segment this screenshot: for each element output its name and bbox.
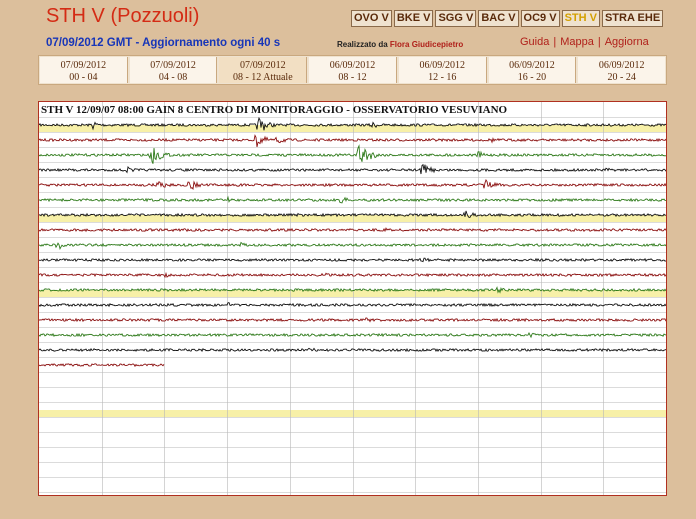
link-separator: |	[597, 36, 601, 48]
tab-window-3-current[interactable]: 07/09/2012 08 - 12 Attuale	[219, 57, 308, 83]
tab-range: 16 - 20	[517, 72, 547, 83]
tab-date: 07/09/2012	[150, 60, 196, 71]
tab-date: 06/09/2012	[329, 60, 376, 71]
tab-range: 00 - 04	[69, 72, 98, 83]
time-window-tabs: 07/09/2012 00 - 04 07/09/2012 04 - 08 07/0…	[38, 55, 667, 85]
seismic-trace	[39, 271, 666, 279]
seismic-trace	[39, 331, 666, 339]
tab-range: 08 - 12 Attuale	[232, 72, 293, 83]
tab-range: 12 - 16	[428, 72, 457, 83]
seismic-trace	[39, 227, 666, 233]
credit-author: Flora Giudicepietro	[389, 40, 464, 49]
seismic-trace	[39, 134, 666, 147]
tab-window-5[interactable]: 06/09/2012 12 - 16	[398, 57, 487, 83]
seismic-trace	[39, 257, 666, 263]
highlight-band	[39, 125, 666, 132]
guida-link[interactable]: Guida	[520, 36, 549, 48]
seismic-trace	[39, 144, 666, 164]
credit-line: Realizzato da Flora Giudicepietro	[337, 40, 463, 49]
tab-range: 04 - 08	[158, 72, 188, 83]
tab-window-4[interactable]: 06/09/2012 08 - 12	[309, 57, 397, 83]
station-selector: OVO V BKE V SGG V BAC V OC9 V STH V STRA…	[351, 10, 664, 27]
seismic-trace	[39, 195, 666, 204]
station-button-stra[interactable]: STRA EHE	[601, 10, 664, 27]
tab-date: 06/09/2012	[598, 60, 645, 71]
seismic-trace	[39, 363, 165, 368]
tab-window-7[interactable]: 06/09/2012 20 - 24	[578, 57, 666, 83]
tab-window-1[interactable]: 07/09/2012 00 - 04	[40, 57, 128, 83]
tab-window-6[interactable]: 06/09/2012 16 - 20	[488, 57, 577, 83]
seismogram-header: STH V 12/09/07 08:00 GAIN 8 CENTRO DI MO…	[41, 104, 508, 116]
update-info: 07/09/2012 GMT - Aggiornamento ogni 40 s	[46, 37, 281, 49]
station-button-sth[interactable]: STH V	[561, 10, 600, 27]
top-links: Guida | Mappa | Aggiorna	[520, 36, 649, 48]
aggiorna-link[interactable]: Aggiorna	[605, 36, 649, 48]
tab-date: 07/09/2012	[60, 60, 107, 71]
seismic-trace	[39, 241, 666, 251]
station-button-bke[interactable]: BKE V	[393, 10, 434, 27]
seismic-trace	[39, 347, 666, 353]
seismogram-panel: STH V 12/09/07 08:00 GAIN 8 CENTRO DI MO…	[38, 101, 667, 496]
credit-prefix: Realizzato da	[337, 40, 388, 49]
mappa-link[interactable]: Mappa	[560, 36, 594, 48]
seismogram-traces	[39, 102, 666, 495]
station-title: STH V (Pozzuoli)	[46, 5, 200, 27]
station-button-bac[interactable]: BAC V	[478, 10, 519, 27]
seismic-trace	[39, 302, 666, 308]
tab-window-2[interactable]: 07/09/2012 04 - 08	[129, 57, 218, 83]
seismic-trace	[39, 317, 666, 323]
seismic-trace	[39, 178, 666, 190]
station-button-sgg[interactable]: SGG V	[435, 10, 477, 27]
tab-date: 06/09/2012	[419, 60, 466, 71]
tab-range: 20 - 24	[607, 72, 636, 83]
station-button-oc9[interactable]: OC9 V	[520, 10, 560, 27]
tab-range: 08 - 12	[338, 72, 367, 83]
link-separator: |	[553, 36, 557, 48]
tab-date: 06/09/2012	[509, 60, 555, 71]
highlight-band	[39, 215, 666, 222]
seismic-trace	[39, 163, 666, 175]
station-button-ovo[interactable]: OVO V	[351, 10, 392, 27]
highlight-band	[39, 410, 666, 417]
tab-date: 07/09/2012	[240, 60, 286, 71]
